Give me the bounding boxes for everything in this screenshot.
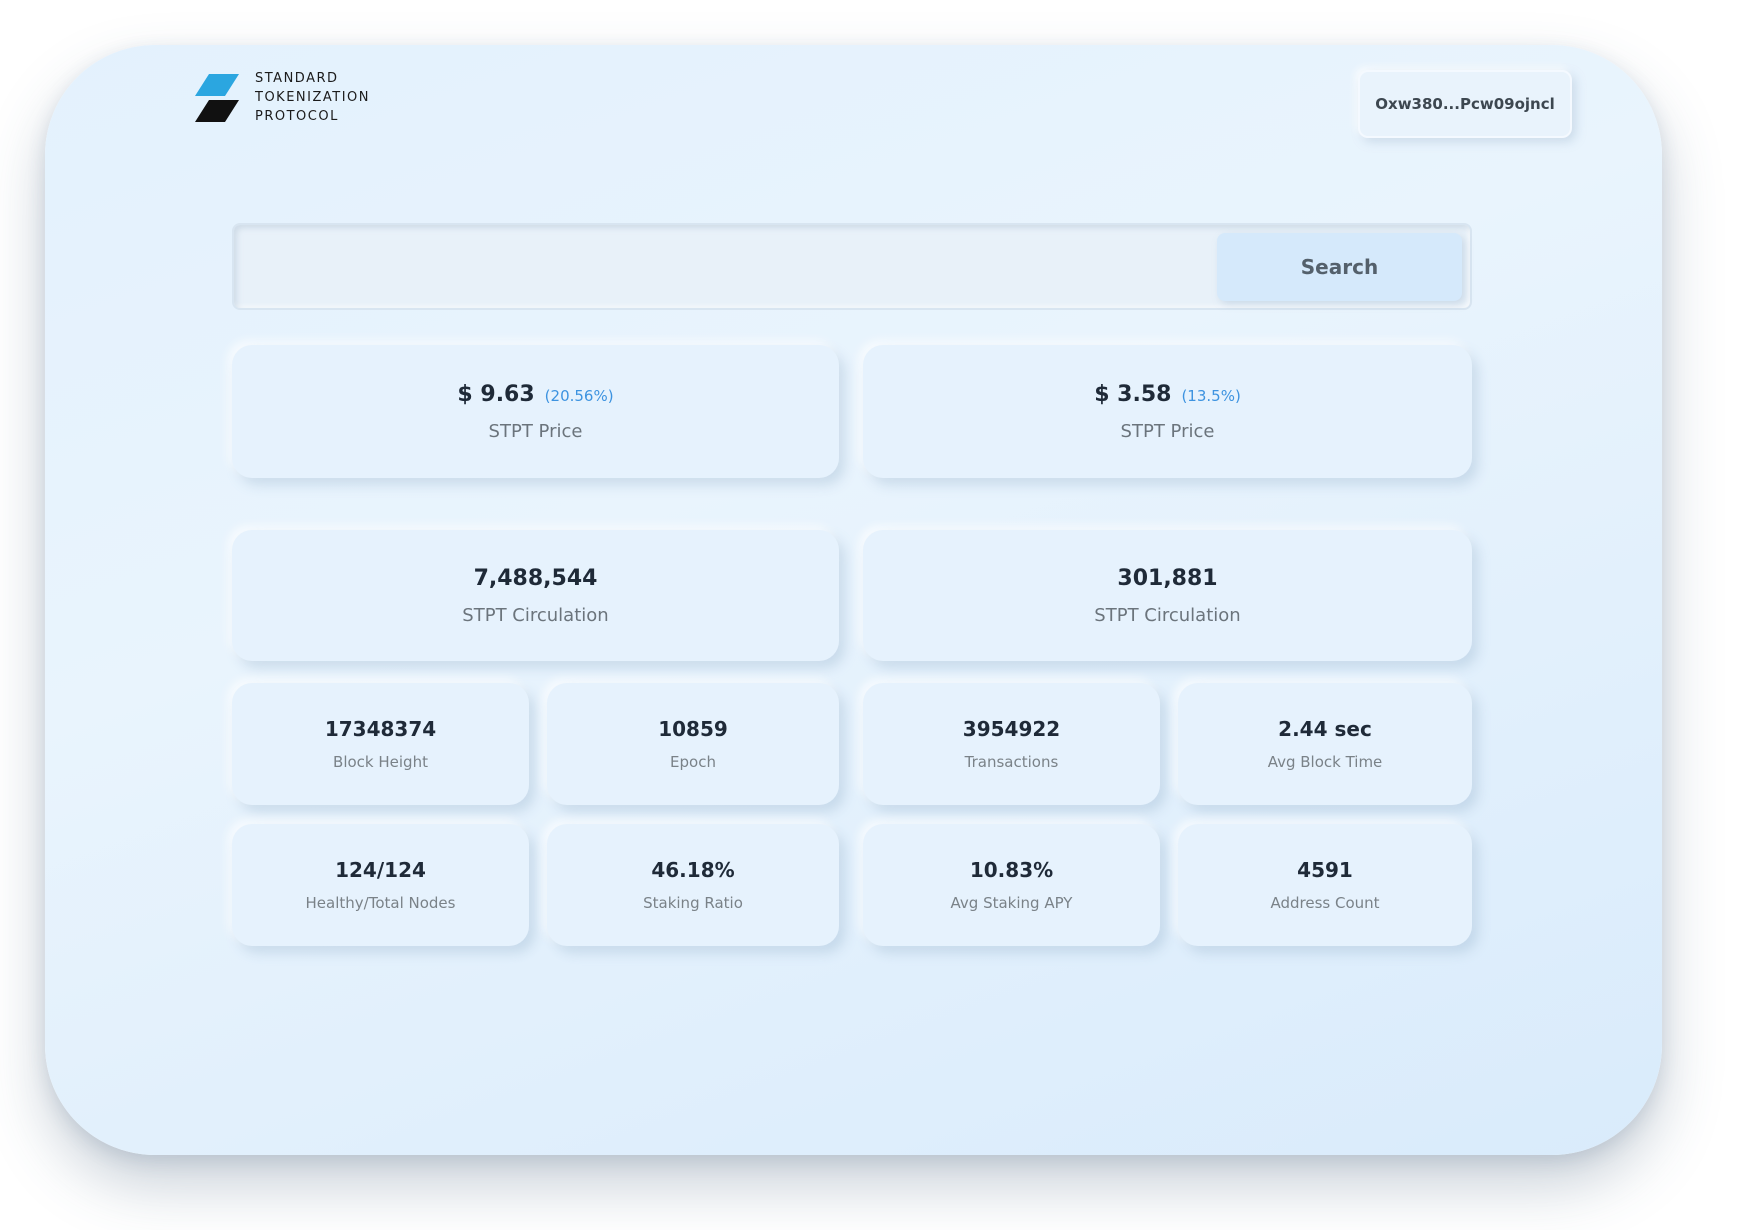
stat-value: 4591 — [1297, 858, 1353, 882]
stpt-logo-icon — [195, 73, 239, 122]
transactions-card: 3954922 Transactions — [863, 683, 1160, 805]
search-input[interactable] — [244, 233, 1208, 303]
wallet-address-button[interactable]: Oxw380...Pcw09ojncl — [1358, 70, 1572, 138]
stat-value: 10.83% — [969, 858, 1054, 882]
wallet-address: Oxw380...Pcw09ojncl — [1375, 95, 1555, 113]
price-change: (13.5%) — [1181, 386, 1241, 405]
stat-value: 17348374 — [324, 717, 437, 741]
stat-value: 124/124 — [335, 858, 426, 882]
stpt-price-card-2: $ 3.58 (13.5%) STPT Price — [863, 345, 1472, 478]
stat-label: Healthy/Total Nodes — [305, 894, 456, 912]
circulation-value: 301,881 — [1117, 565, 1218, 591]
stat-label: Avg Block Time — [1267, 753, 1383, 771]
staking-ratio-card: 46.18% Staking Ratio — [547, 824, 839, 946]
stpt-circulation-card-2: 301,881 STPT Circulation — [863, 530, 1472, 661]
stat-value: 2.44 sec — [1278, 717, 1372, 741]
epoch-card: 10859 Epoch — [547, 683, 839, 805]
stat-label: Transactions — [964, 753, 1059, 771]
brand-line-2: TOKENIZATION — [255, 90, 370, 105]
stat-value: 46.18% — [651, 858, 735, 882]
block-height-card: 17348374 Block Height — [232, 683, 529, 805]
price-label: STPT Price — [488, 420, 583, 442]
stpt-price-card-1: $ 9.63 (20.56%) STPT Price — [232, 345, 839, 478]
avg-block-time-card: 2.44 sec Avg Block Time — [1178, 683, 1472, 805]
stat-label: Avg Staking APY — [950, 894, 1073, 912]
avg-staking-apy-card: 10.83% Avg Staking APY — [863, 824, 1160, 946]
brand-name: STANDARD TOKENIZATION PROTOCOL — [255, 69, 370, 126]
stat-label: Block Height — [333, 753, 428, 771]
circulation-label: STPT Circulation — [462, 604, 609, 626]
nodes-card: 124/124 Healthy/Total Nodes — [232, 824, 529, 946]
app-window: STANDARD TOKENIZATION PROTOCOL Oxw380...… — [45, 45, 1662, 1155]
stpt-circulation-card-1: 7,488,544 STPT Circulation — [232, 530, 839, 661]
stat-value: 3954922 — [962, 717, 1061, 741]
circulation-label: STPT Circulation — [1094, 604, 1241, 626]
stat-label: Address Count — [1270, 894, 1380, 912]
search-button[interactable]: Search — [1217, 233, 1462, 301]
circulation-value: 7,488,544 — [473, 565, 598, 591]
brand-line-3: PROTOCOL — [255, 109, 339, 124]
address-count-card: 4591 Address Count — [1178, 824, 1472, 946]
stat-label: Epoch — [670, 753, 716, 771]
brand-logo[interactable]: STANDARD TOKENIZATION PROTOCOL — [195, 69, 370, 126]
stat-label: Staking Ratio — [643, 894, 743, 912]
price-value: $ 9.63 — [457, 381, 535, 407]
search-bar: Search — [232, 223, 1472, 310]
price-value: $ 3.58 — [1094, 381, 1172, 407]
stat-value: 10859 — [658, 717, 728, 741]
price-label: STPT Price — [1120, 420, 1215, 442]
price-change: (20.56%) — [544, 386, 614, 405]
brand-line-1: STANDARD — [255, 71, 339, 86]
